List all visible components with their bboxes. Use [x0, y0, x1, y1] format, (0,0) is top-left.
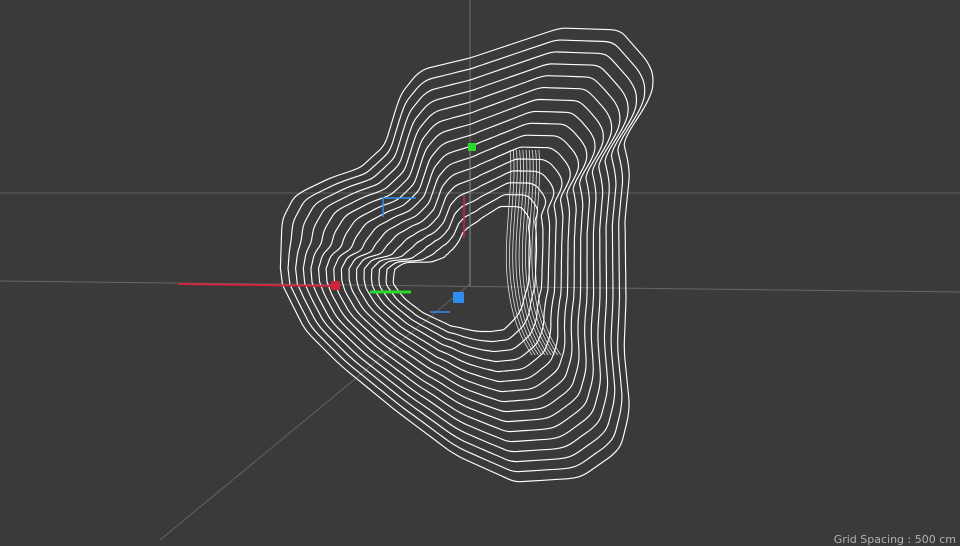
wireframe-ring	[295, 51, 638, 463]
wireframe-mesh[interactable]	[279, 27, 654, 483]
grid-line-diagonal	[159, 283, 471, 540]
world-grid	[0, 0, 960, 540]
3d-viewport[interactable]: Grid Spacing : 500 cm	[0, 0, 960, 546]
y-axis-handle[interactable]	[468, 143, 476, 151]
z-axis-handle[interactable]	[453, 292, 464, 303]
grid-line-floor	[0, 280, 960, 293]
wireframe-ring	[279, 27, 654, 483]
viewport-canvas[interactable]	[0, 0, 960, 540]
transform-gizmo[interactable]	[177, 143, 476, 313]
wireframe-ring	[310, 75, 621, 443]
x-axis-handle[interactable]	[331, 281, 340, 290]
